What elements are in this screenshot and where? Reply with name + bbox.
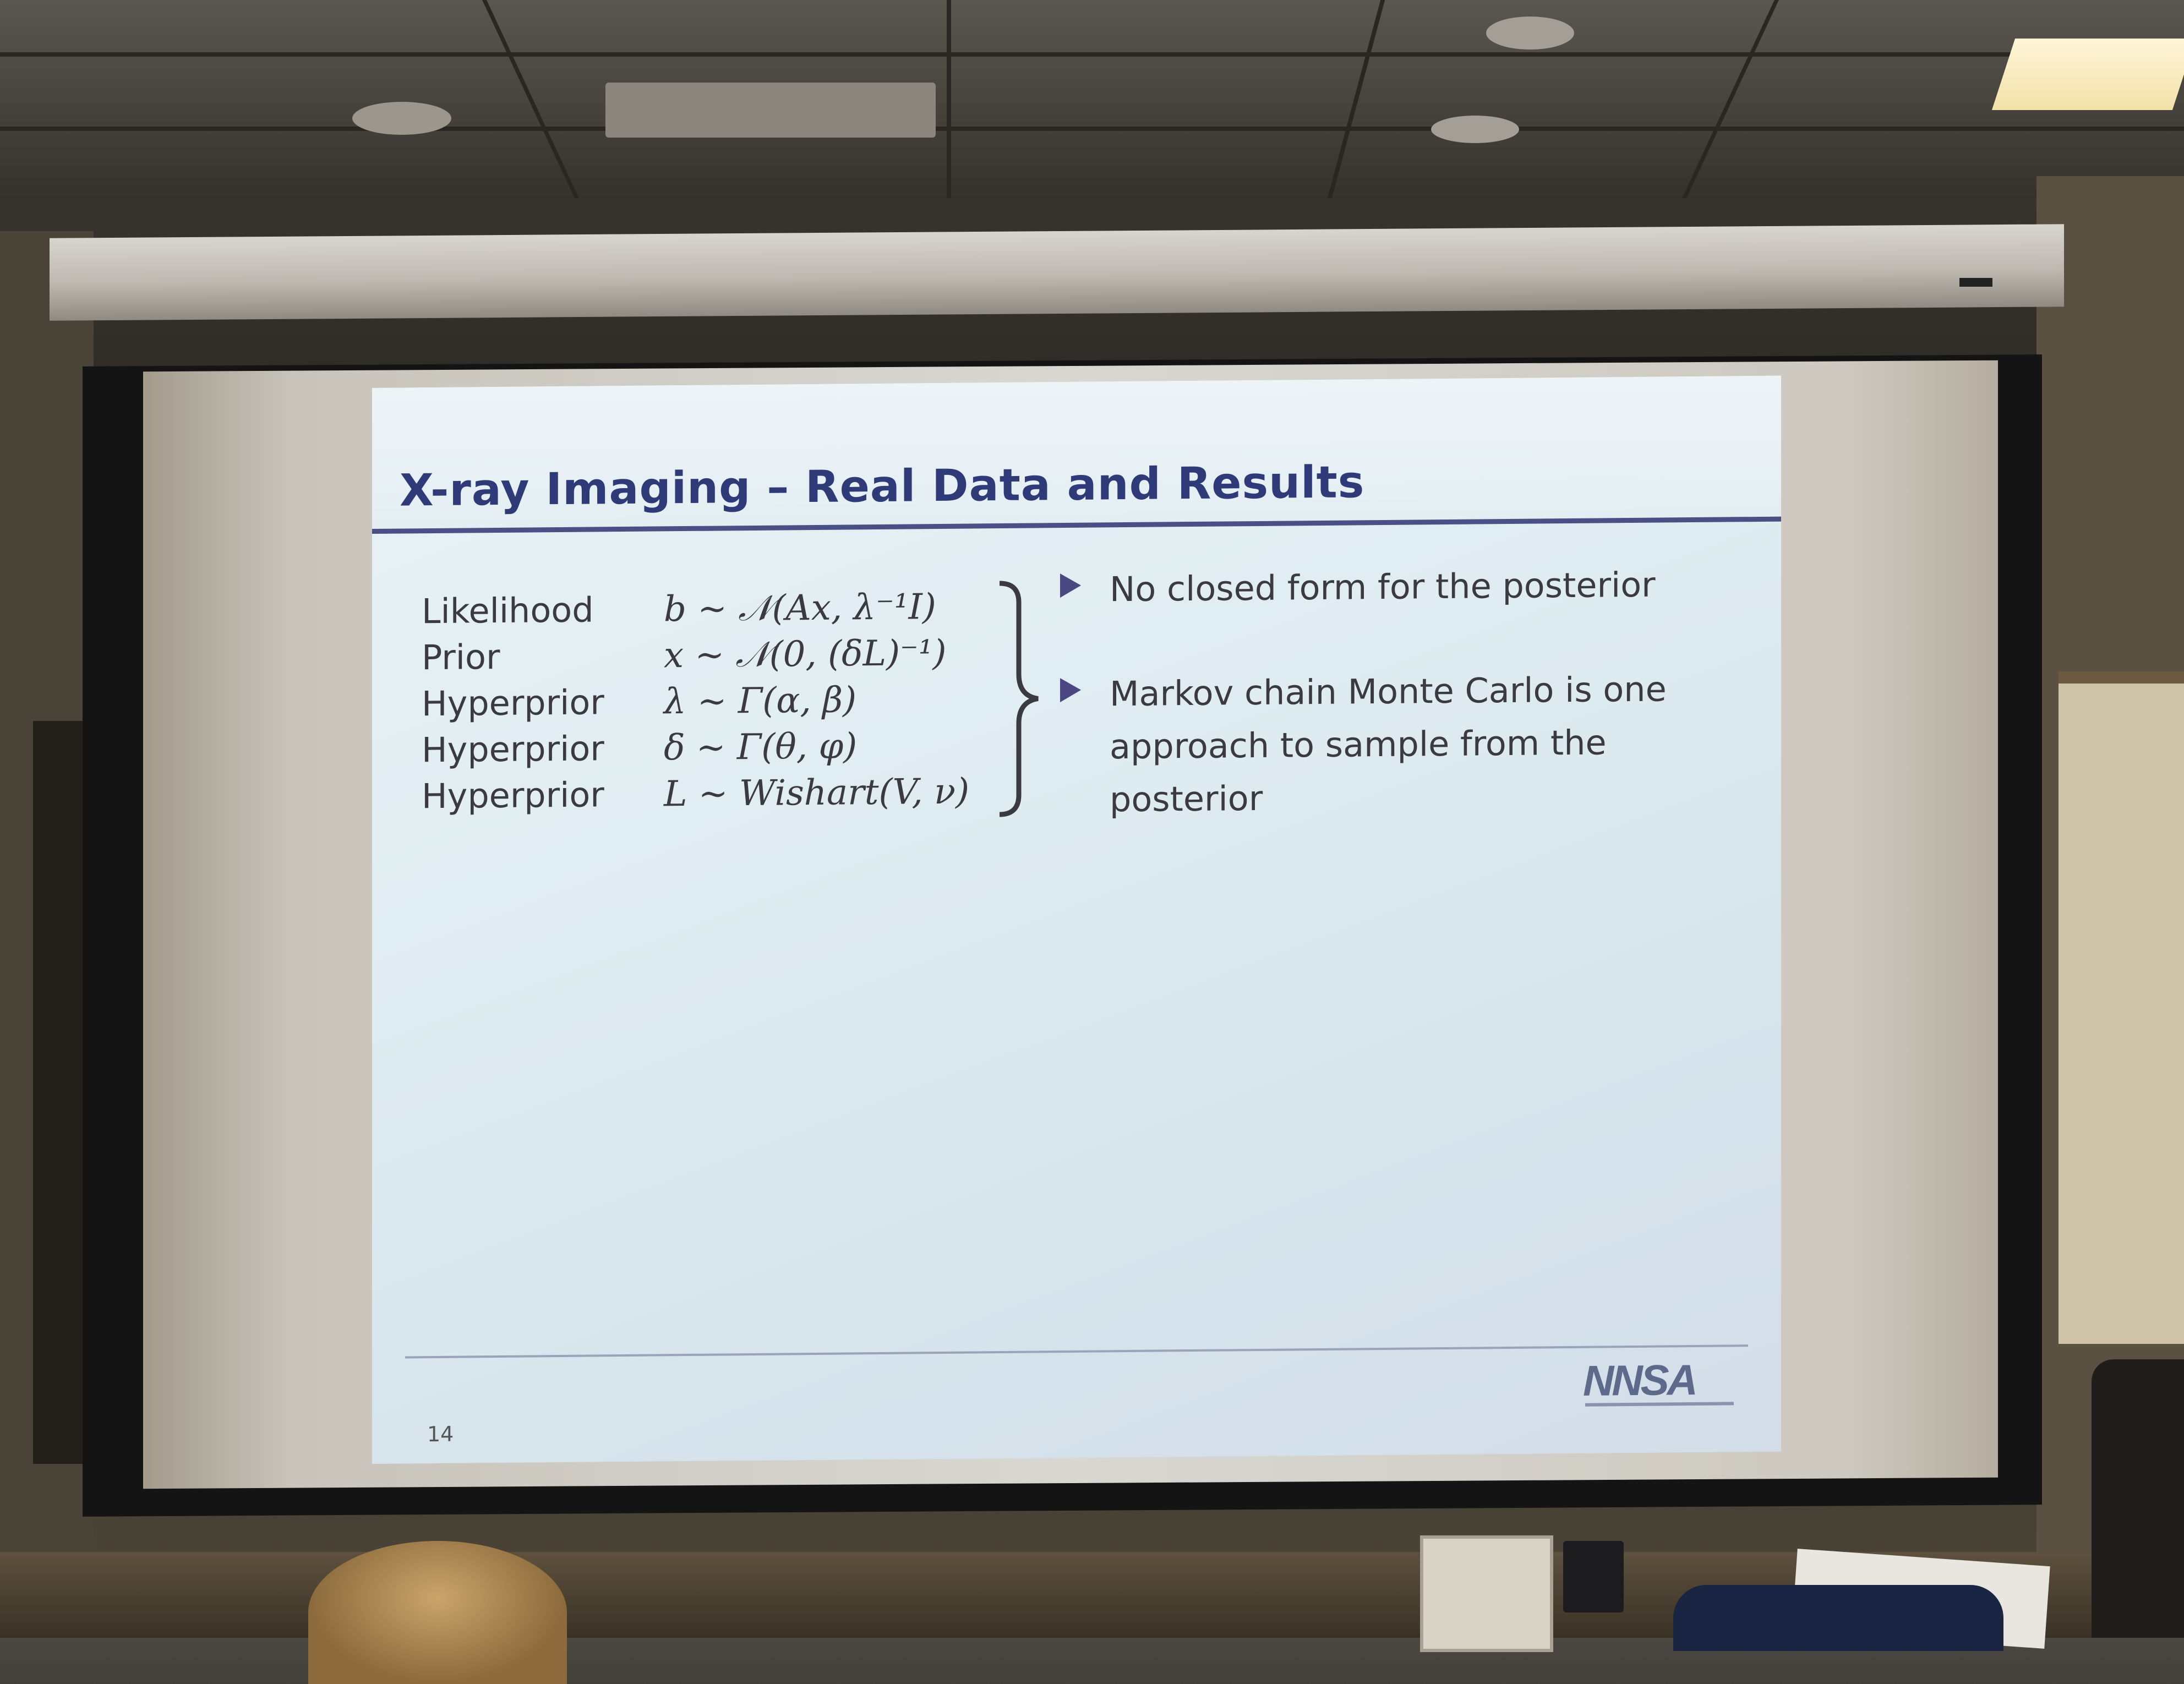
ceiling-vent bbox=[605, 83, 936, 138]
model-formula: b ∼ 𝒩(Ax, λ⁻¹I) bbox=[664, 587, 936, 630]
bullet-list: No closed form for the posterior Markov … bbox=[1060, 558, 1721, 819]
model-label: Hyperprior bbox=[422, 774, 604, 817]
model-formula: λ ∼ Γ(α, β) bbox=[664, 680, 857, 723]
smoke-detector bbox=[1431, 116, 1519, 143]
bullet-text: No closed form for the posterior bbox=[1110, 564, 1656, 610]
whiteboard bbox=[2059, 671, 2184, 1344]
model-formula: L ∼ Wishart(V, ν) bbox=[664, 771, 970, 815]
screen-housing bbox=[50, 224, 2064, 321]
cardboard-box bbox=[1420, 1535, 1553, 1652]
right-brace-icon bbox=[994, 580, 1044, 817]
ceiling-tile-line bbox=[0, 127, 2184, 131]
model-label: Hyperprior bbox=[422, 682, 604, 724]
model-label: Hyperprior bbox=[422, 728, 604, 770]
model-label: Likelihood bbox=[422, 589, 594, 632]
model-formula: δ ∼ Γ(θ, φ) bbox=[664, 726, 858, 769]
presentation-slide: X-ray Imaging – Real Data and Results Li… bbox=[372, 375, 1781, 1464]
smoke-detector bbox=[1486, 17, 1574, 50]
page-number: 14 bbox=[427, 1421, 454, 1447]
model-label: Prior bbox=[422, 636, 500, 678]
triangle-bullet-icon bbox=[1060, 677, 1081, 703]
ceiling-light bbox=[1991, 39, 2184, 110]
nnsa-logo: NNSA bbox=[1583, 1355, 1743, 1418]
ceiling bbox=[0, 0, 2184, 198]
coffee-mug bbox=[1563, 1541, 1624, 1612]
screen-housing-label bbox=[1959, 278, 1992, 287]
triangle-bullet-icon bbox=[1060, 573, 1081, 598]
chair bbox=[2092, 1359, 2184, 1638]
ceiling-tile-line bbox=[947, 0, 951, 198]
nnsa-logo-text: NNSA bbox=[1583, 1355, 1696, 1405]
ceiling-tile-line bbox=[0, 52, 2184, 57]
slide-title: X-ray Imaging – Real Data and Results bbox=[400, 456, 1365, 516]
bullet-item: Markov chain Monte Carlo is one approach… bbox=[1060, 663, 1721, 819]
footer-rule bbox=[405, 1344, 1748, 1359]
ceiling-speaker bbox=[352, 102, 451, 135]
backpack bbox=[1673, 1585, 2003, 1651]
audience-head bbox=[308, 1541, 567, 1684]
bullet-text: Markov chain Monte Carlo is one approach… bbox=[1110, 669, 1667, 820]
bullet-item: No closed form for the posterior bbox=[1060, 558, 1721, 609]
model-formula: x ∼ 𝒩(0, (δL)⁻¹) bbox=[664, 632, 947, 676]
